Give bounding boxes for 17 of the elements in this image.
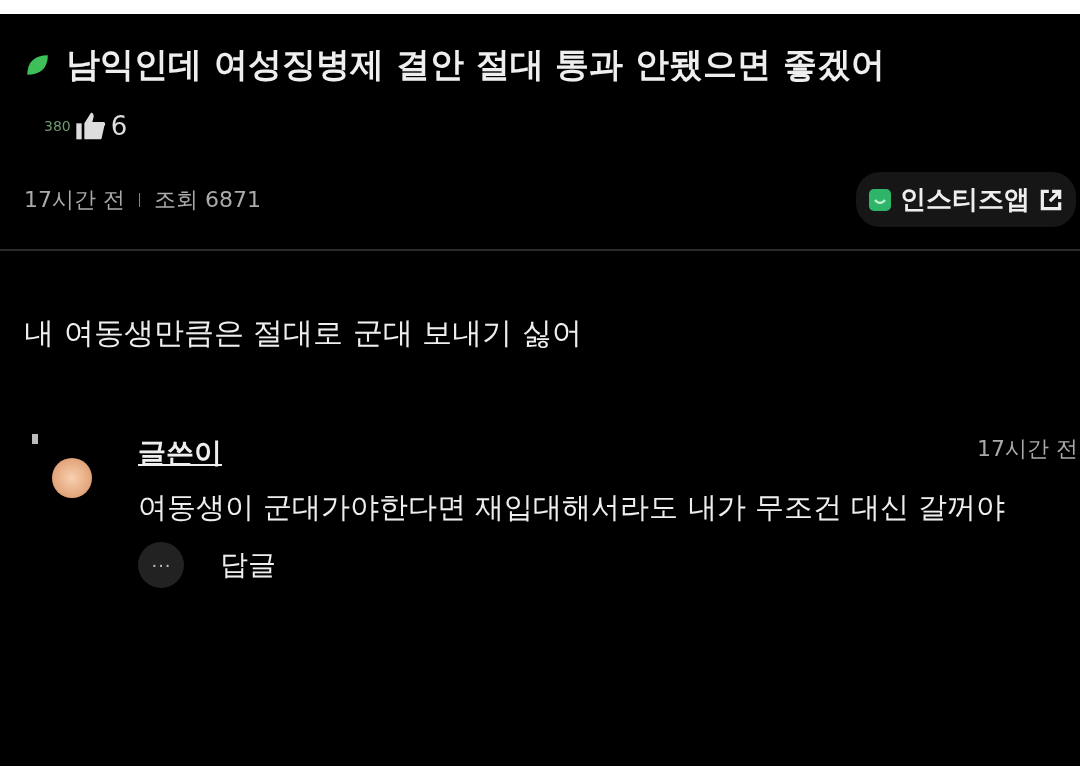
post-time: 17시간 전 bbox=[24, 185, 125, 214]
thumbs-up-icon bbox=[74, 110, 107, 142]
marker-icon bbox=[32, 434, 38, 444]
app-link-button[interactable]: 인스티즈앱 bbox=[856, 172, 1076, 227]
reply-link[interactable]: 답글 bbox=[220, 545, 276, 584]
post-body: 내 여동생만큼은 절대로 군대 보내기 싫어 bbox=[24, 314, 583, 352]
view-count: 조회 6871 bbox=[154, 185, 261, 214]
level-number: 380 bbox=[44, 118, 71, 134]
comment-text: 여동생이 군대가야한다면 재입대해서라도 내가 무조건 대신 갈꺼야 bbox=[138, 489, 1007, 526]
app-icon bbox=[868, 187, 892, 212]
comment-time: 17시간 전 bbox=[977, 435, 1079, 463]
avatar bbox=[52, 458, 92, 498]
leaf-icon bbox=[24, 52, 50, 78]
post-title: 남익인데 여성징병제 결안 절대 통과 안됐으면 좋겠어 bbox=[66, 43, 886, 86]
like-count: 6 bbox=[110, 111, 128, 141]
more-button[interactable]: ··· bbox=[138, 541, 184, 588]
comment-author[interactable]: 글쓴이 bbox=[138, 434, 222, 472]
